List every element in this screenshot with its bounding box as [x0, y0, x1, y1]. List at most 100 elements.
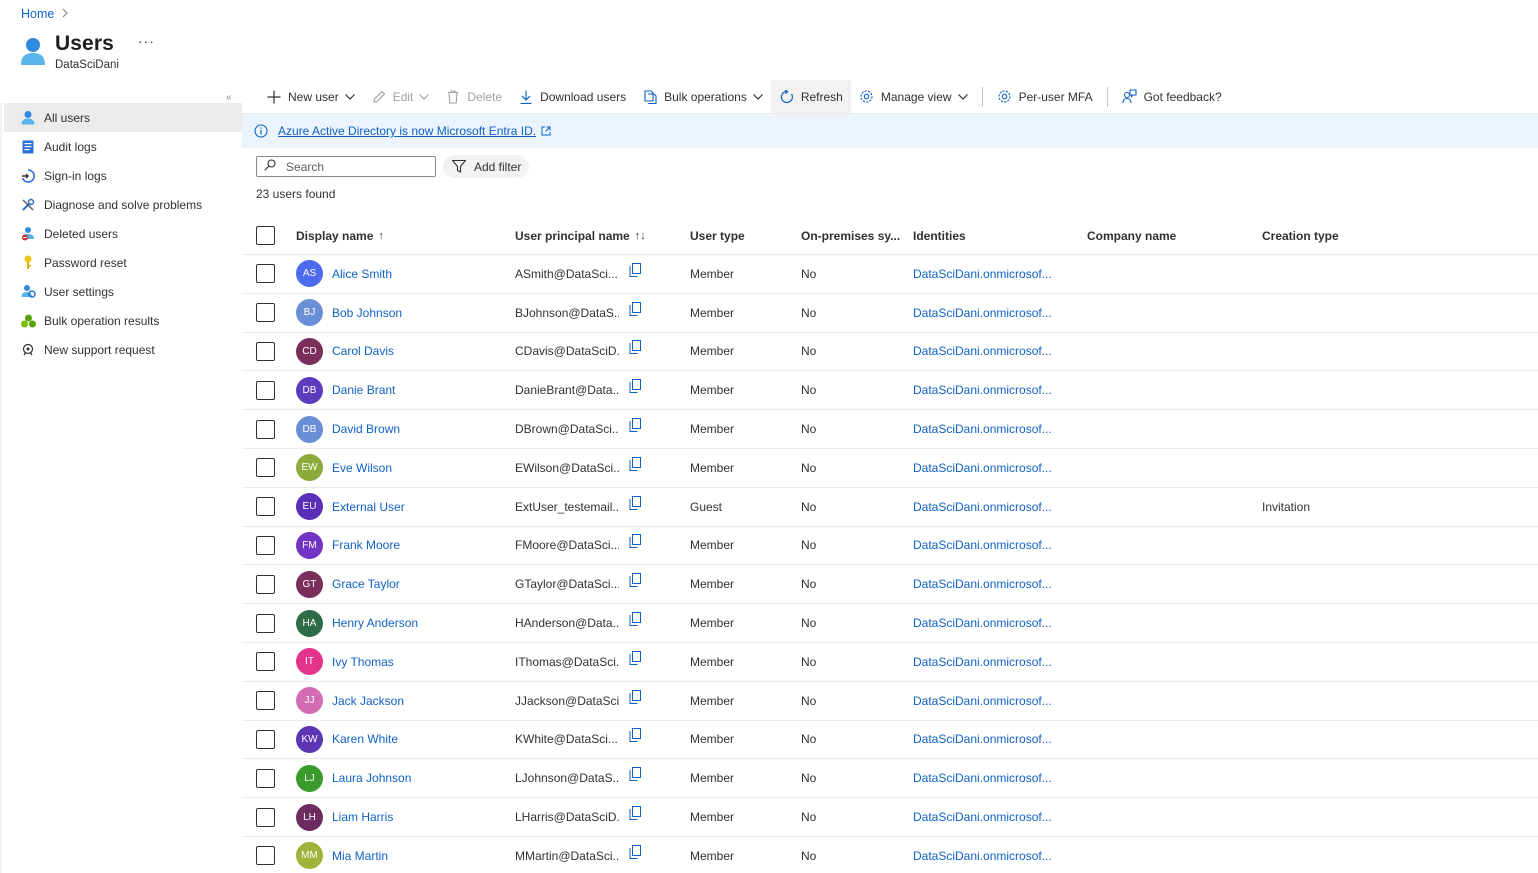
table-row[interactable]: MM Mia Martin MMartin@DataSci... Member … [242, 837, 1538, 873]
identity-link[interactable]: DataSciDani.onmicrosof... [913, 849, 1052, 863]
table-row[interactable]: AS Alice Smith ASmith@DataSci... Member … [242, 255, 1538, 294]
copy-icon[interactable] [629, 418, 641, 433]
copy-icon[interactable] [629, 301, 641, 316]
copy-icon[interactable] [629, 689, 641, 704]
user-name-link[interactable]: Mia Martin [332, 849, 388, 863]
identity-link[interactable]: DataSciDani.onmicrosof... [913, 694, 1052, 708]
row-checkbox[interactable] [256, 341, 275, 361]
feedback-button[interactable]: Got feedback? [1114, 80, 1230, 113]
row-checkbox[interactable] [256, 264, 275, 284]
search-box[interactable] [256, 156, 436, 177]
row-checkbox[interactable] [256, 303, 275, 323]
copy-icon[interactable] [629, 534, 641, 549]
per-user-mfa-button[interactable]: Per-user MFA [989, 80, 1101, 113]
user-name-link[interactable]: Alice Smith [332, 267, 392, 281]
row-checkbox[interactable] [256, 380, 275, 400]
bulk-operations-button[interactable]: Bulk operations [634, 80, 771, 113]
user-name-link[interactable]: Jack Jackson [332, 694, 404, 708]
table-row[interactable]: HA Henry Anderson HAnderson@Data... Memb… [242, 604, 1538, 643]
add-filter-button[interactable]: Add filter [443, 155, 530, 178]
table-row[interactable]: FM Frank Moore FMoore@DataSci... Member … [242, 527, 1538, 566]
row-checkbox[interactable] [256, 768, 275, 788]
identity-link[interactable]: DataSciDani.onmicrosof... [913, 577, 1052, 591]
copy-icon[interactable] [629, 650, 641, 665]
identity-link[interactable]: DataSciDani.onmicrosof... [913, 771, 1052, 785]
copy-icon[interactable] [629, 573, 641, 588]
refresh-button[interactable]: Refresh [770, 80, 851, 113]
copy-icon[interactable] [629, 767, 641, 782]
sidebar-item-password-reset[interactable]: Password reset [4, 248, 242, 277]
table-row[interactable]: LH Liam Harris LHarris@DataSciD... Membe… [242, 798, 1538, 837]
user-name-link[interactable]: Ivy Thomas [332, 655, 394, 669]
column-header-user-type[interactable]: User type [690, 229, 801, 243]
edit-button[interactable]: Edit [363, 80, 438, 113]
table-row[interactable]: KW Karen White KWhite@DataSci... Member … [242, 721, 1538, 760]
user-name-link[interactable]: Bob Johnson [332, 306, 402, 320]
row-checkbox[interactable] [256, 535, 275, 555]
copy-icon[interactable] [629, 340, 641, 355]
column-header-on-premises[interactable]: On-premises sy... [801, 229, 913, 243]
user-name-link[interactable]: Henry Anderson [332, 616, 418, 630]
user-name-link[interactable]: Karen White [332, 732, 398, 746]
search-input[interactable] [286, 159, 426, 174]
row-checkbox[interactable] [256, 613, 275, 633]
user-name-link[interactable]: Eve Wilson [332, 461, 392, 475]
copy-icon[interactable] [629, 844, 641, 859]
breadcrumb-home-link[interactable]: Home [21, 7, 54, 21]
row-checkbox[interactable] [256, 574, 275, 594]
user-name-link[interactable]: Liam Harris [332, 810, 393, 824]
column-header-creation-type[interactable]: Creation type [1262, 229, 1462, 243]
entra-info-link[interactable]: Azure Active Directory is now Microsoft … [278, 124, 536, 138]
identity-link[interactable]: DataSciDani.onmicrosof... [913, 383, 1052, 397]
collapse-sidebar-button[interactable]: « [226, 92, 232, 103]
table-row[interactable]: IT Ivy Thomas IThomas@DataSci... Member … [242, 643, 1538, 682]
copy-icon[interactable] [629, 728, 641, 743]
row-checkbox[interactable] [256, 458, 275, 478]
sidebar-item-bulk-results[interactable]: Bulk operation results [4, 306, 242, 335]
table-row[interactable]: BJ Bob Johnson BJohnson@DataS... Member … [242, 294, 1538, 333]
sidebar-item-user-settings[interactable]: User settings [4, 277, 242, 306]
table-row[interactable]: GT Grace Taylor GTaylor@DataSci... Membe… [242, 565, 1538, 605]
row-checkbox[interactable] [256, 691, 275, 711]
row-checkbox[interactable] [256, 419, 275, 439]
column-header-display-name[interactable]: Display name ↑ [296, 229, 515, 243]
user-name-link[interactable]: David Brown [332, 422, 400, 436]
copy-icon[interactable] [629, 456, 641, 471]
manage-view-button[interactable]: Manage view [851, 80, 976, 113]
column-header-identities[interactable]: Identities [913, 229, 1087, 243]
identity-link[interactable]: DataSciDani.onmicrosof... [913, 538, 1052, 552]
user-name-link[interactable]: Laura Johnson [332, 771, 411, 785]
sidebar-item-all-users[interactable]: All users [4, 103, 242, 132]
identity-link[interactable]: DataSciDani.onmicrosof... [913, 344, 1052, 358]
row-checkbox[interactable] [256, 846, 275, 866]
identity-link[interactable]: DataSciDani.onmicrosof... [913, 500, 1052, 514]
row-checkbox[interactable] [256, 497, 275, 517]
identity-link[interactable]: DataSciDani.onmicrosof... [913, 461, 1052, 475]
user-name-link[interactable]: Frank Moore [332, 538, 400, 552]
identity-link[interactable]: DataSciDani.onmicrosof... [913, 616, 1052, 630]
table-row[interactable]: EW Eve Wilson EWilson@DataSci... Member … [242, 449, 1538, 488]
copy-icon[interactable] [629, 262, 641, 277]
table-row[interactable]: LJ Laura Johnson LJohnson@DataS... Membe… [242, 759, 1538, 799]
user-name-link[interactable]: External User [332, 500, 405, 514]
row-checkbox[interactable] [256, 652, 275, 672]
table-row[interactable]: JJ Jack Jackson JJackson@DataSci... Memb… [242, 682, 1538, 721]
more-options-button[interactable]: ··· [138, 33, 155, 49]
identity-link[interactable]: DataSciDani.onmicrosof... [913, 655, 1052, 669]
sidebar-item-diagnose[interactable]: Diagnose and solve problems [4, 190, 242, 219]
table-row[interactable]: EU External User ExtUser_testemail.... G… [242, 488, 1538, 527]
download-users-button[interactable]: Download users [510, 80, 634, 113]
sidebar-item-audit-logs[interactable]: Audit logs [4, 132, 242, 161]
identity-link[interactable]: DataSciDani.onmicrosof... [913, 732, 1052, 746]
sidebar-item-sign-in-logs[interactable]: Sign-in logs [4, 161, 242, 190]
table-row[interactable]: CD Carol Davis CDavis@DataSciD... Member… [242, 333, 1538, 372]
row-checkbox[interactable] [256, 807, 275, 827]
copy-icon[interactable] [629, 806, 641, 821]
copy-icon[interactable] [629, 379, 641, 394]
select-all-checkbox[interactable] [256, 226, 275, 245]
identity-link[interactable]: DataSciDani.onmicrosof... [913, 810, 1052, 824]
sidebar-item-deleted-users[interactable]: Deleted users [4, 219, 242, 248]
copy-icon[interactable] [629, 495, 641, 510]
table-row[interactable]: DB Danie Brant DanieBrant@Data... Member… [242, 371, 1538, 411]
copy-icon[interactable] [629, 612, 641, 627]
